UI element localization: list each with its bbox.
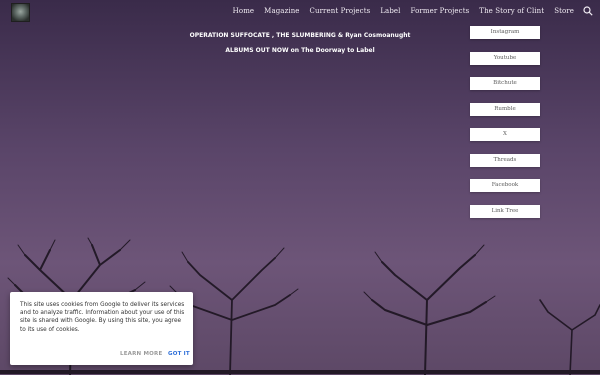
nav-item-magazine[interactable]: Magazine: [264, 7, 299, 15]
facebook-button[interactable]: Facebook: [470, 179, 540, 192]
youtube-button[interactable]: Youtube: [470, 51, 540, 65]
x-button[interactable]: X: [470, 128, 540, 141]
nav-item-current-projects[interactable]: Current Projects: [310, 7, 371, 15]
nav-item-label[interactable]: Label: [380, 7, 400, 15]
link-tree-button[interactable]: Link Tree: [470, 204, 540, 218]
learn-more-button[interactable]: LEARN MORE: [120, 351, 162, 357]
social-links-list: Instagram Youtube Bitchute Rumble X Thre…: [470, 26, 540, 230]
bitchute-button[interactable]: Bitchute: [470, 77, 540, 90]
rumble-button[interactable]: Rumble: [470, 102, 540, 116]
instagram-button[interactable]: Instagram: [470, 26, 540, 39]
threads-button[interactable]: Threads: [470, 153, 540, 167]
cookie-consent-banner: This site uses cookies from Google to de…: [10, 292, 193, 365]
nav-item-story-of-clint[interactable]: The Story of Clint: [479, 7, 544, 15]
announcement-line-1: OPERATION SUFFOCATE , THE SLUMBERING & R…: [189, 32, 411, 39]
search-icon[interactable]: [583, 6, 593, 16]
nav-item-home[interactable]: Home: [233, 7, 255, 15]
nav-item-store[interactable]: Store: [554, 7, 574, 15]
got-it-button[interactable]: GOT IT: [168, 351, 190, 357]
main-navigation: Home Magazine Current Projects Label For…: [233, 7, 574, 15]
announcement-line-2: ALBUMS OUT NOW on The Doorway to Label: [225, 47, 375, 54]
nav-item-former-projects[interactable]: Former Projects: [411, 7, 470, 15]
site-header: Home Magazine Current Projects Label For…: [0, 0, 600, 26]
site-logo[interactable]: [11, 3, 30, 22]
cookie-notice-text: This site uses cookies from Google to de…: [20, 302, 185, 333]
